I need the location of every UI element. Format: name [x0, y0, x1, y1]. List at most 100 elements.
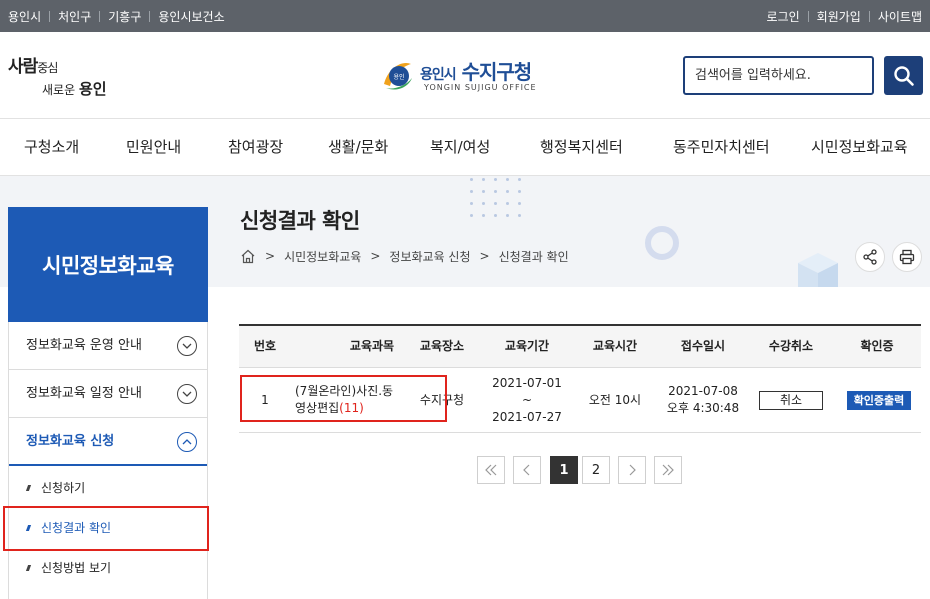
divider — [149, 10, 151, 22]
nav-life-culture[interactable]: 생활/문화 — [328, 119, 388, 175]
cell-time: 오전 10시 — [588, 392, 642, 407]
sitemap-link[interactable]: 사이트맵 — [878, 8, 922, 25]
next-page-button[interactable] — [618, 456, 646, 484]
city-slogan: 사람중심 새로운 용인 — [8, 52, 118, 98]
breadcrumb-item[interactable]: 시민정보화교육 — [284, 248, 361, 265]
signup-link[interactable]: 회원가입 — [817, 8, 861, 25]
family-site-links: 용인시 처인구 기흥구 용인시보건소 — [8, 0, 225, 32]
page-2-button[interactable]: 2 — [582, 456, 610, 484]
slogan-word-saram: 사람 — [8, 57, 38, 77]
search-input[interactable] — [683, 56, 874, 95]
link-yongin-city[interactable]: 용인시 — [8, 8, 41, 25]
sidebar-sub-label: 신청하기 — [41, 481, 86, 495]
sidebar-sub-how-to-apply[interactable]: 신청방법 보기 — [9, 548, 207, 588]
sidebar-sub-apply[interactable]: 신청하기 — [9, 468, 207, 508]
highlight-box-row — [240, 375, 447, 422]
chevron-right-icon: > — [370, 249, 381, 263]
cell-received: 2021-07-08 오후 4:30:48 — [663, 368, 743, 432]
table-header: 번호 교육과목 교육장소 교육기간 교육시간 접수일시 수강취소 확인증 — [239, 326, 921, 368]
share-icon — [863, 249, 877, 265]
chevron-right-icon: > — [265, 249, 276, 263]
bullet-icon — [25, 565, 32, 571]
first-page-button[interactable] — [477, 456, 505, 484]
link-health-center[interactable]: 용인시보건소 — [158, 8, 224, 25]
cell-period: 2021-07-01 ~ 2021-07-27 — [487, 368, 567, 432]
slogan-word-yongin: 용인 — [78, 80, 107, 98]
logo-english-name: YONGIN SUJIGU OFFICE — [424, 83, 537, 92]
double-chevron-right-icon — [662, 464, 674, 476]
search-icon — [893, 65, 914, 86]
printer-icon — [899, 249, 915, 265]
sidebar-heading: 시민정보화교육 — [8, 207, 208, 322]
received-time: 오후 4:30:48 — [666, 401, 740, 415]
logo-office-name: 수지구청 — [461, 60, 533, 84]
th-number: 번호 — [253, 339, 277, 353]
print-certificate-button[interactable]: 확인증출력 — [847, 390, 911, 410]
th-certificate: 확인증 — [860, 339, 894, 353]
nav-community-center[interactable]: 동주민자치센터 — [673, 119, 770, 175]
svg-text:용인: 용인 — [393, 74, 404, 81]
breadcrumb-current: 신청결과 확인 — [498, 249, 569, 264]
decorative-ring — [645, 226, 679, 260]
nav-civil-service[interactable]: 민원안내 — [126, 119, 181, 175]
th-period: 교육기간 — [504, 339, 550, 353]
nav-citizen-it-education[interactable]: 시민정보화교육 — [811, 119, 908, 175]
site-header: 사람중심 새로운 용인 용인 용인시 수지구청 YONGIN SUJIGU OF… — [0, 32, 930, 118]
chevron-down-icon — [177, 336, 197, 356]
cell-certificate: 확인증출력 — [841, 368, 917, 432]
received-date: 2021-07-08 — [668, 384, 738, 398]
sidebar-item-label: 정보화교육 신청 — [26, 434, 115, 449]
nav-office-intro[interactable]: 구청소개 — [24, 119, 79, 175]
period-end: 2021-07-27 — [492, 409, 562, 424]
breadcrumb-item[interactable]: 정보화교육 신청 — [389, 248, 470, 265]
search-button[interactable] — [884, 56, 923, 95]
th-place: 교육장소 — [419, 339, 465, 353]
prev-page-button[interactable] — [513, 456, 541, 484]
period-start: 2021-07-01 ~ — [492, 375, 562, 407]
home-icon[interactable] — [240, 249, 256, 264]
link-cheoin-gu[interactable]: 처인구 — [58, 8, 91, 25]
page-title: 신청결과 확인 — [240, 209, 360, 233]
cancel-enrollment-button[interactable]: 취소 — [759, 390, 823, 410]
divider — [807, 10, 809, 22]
chevron-right-icon: > — [479, 249, 490, 263]
sidebar-item-application[interactable]: 정보화교육 신청 — [9, 418, 207, 466]
sidebar-sub-label: 신청방법 보기 — [41, 561, 112, 575]
divider — [49, 10, 51, 22]
decorative-cube — [798, 253, 838, 287]
divider — [868, 10, 870, 22]
nav-admin-welfare-center[interactable]: 행정복지센터 — [540, 119, 623, 175]
sidebar-item-operation-guide[interactable]: 정보화교육 운영 안내 — [9, 322, 207, 370]
double-chevron-left-icon — [485, 464, 497, 476]
divider — [99, 10, 101, 22]
bullet-icon — [25, 485, 32, 491]
cell-cancel: 취소 — [751, 368, 831, 432]
breadcrumb: > 시민정보화교육 > 정보화교육 신청 > 신청결과 확인 — [240, 246, 569, 266]
sidebar-menu: 정보화교육 운영 안내 정보화교육 일정 안내 정보화교육 신청 신청하기 신청… — [8, 322, 208, 599]
th-received: 접수일시 — [680, 339, 726, 353]
top-utility-bar: 용인시 처인구 기흥구 용인시보건소 로그인 회원가입 사이트맵 — [0, 0, 930, 32]
nav-welfare-women[interactable]: 복지/여성 — [430, 119, 490, 175]
slogan-word-saeroun: 새로운 — [42, 83, 76, 97]
last-page-button[interactable] — [654, 456, 682, 484]
member-links: 로그인 회원가입 사이트맵 — [767, 0, 922, 32]
chevron-up-icon — [177, 432, 197, 452]
nav-participation[interactable]: 참여광장 — [228, 119, 283, 175]
sidebar-item-label: 정보화교육 운영 안내 — [26, 338, 142, 353]
sidebar-item-schedule-guide[interactable]: 정보화교육 일정 안내 — [9, 370, 207, 418]
city-emblem-icon: 용인 — [384, 62, 412, 90]
decorative-dots — [468, 176, 528, 222]
main-navigation: 구청소개 민원안내 참여광장 생활/문화 복지/여성 행정복지센터 동주민자치센… — [0, 118, 930, 176]
slogan-word-jungsim: 중심 — [37, 61, 58, 75]
th-cancel: 수강취소 — [768, 339, 814, 353]
share-button[interactable] — [855, 242, 885, 272]
chevron-right-icon — [629, 464, 636, 476]
link-giheung-gu[interactable]: 기흥구 — [108, 8, 141, 25]
chevron-down-icon — [177, 384, 197, 404]
suji-gu-office-logo[interactable]: 용인 용인시 수지구청 YONGIN SUJIGU OFFICE — [380, 54, 560, 96]
logo-city-name: 용인시 — [420, 67, 457, 83]
page-1-button[interactable]: 1 — [550, 456, 578, 484]
login-link[interactable]: 로그인 — [767, 8, 800, 25]
print-button[interactable] — [892, 242, 922, 272]
sidebar-item-label: 정보화교육 일정 안내 — [26, 386, 142, 401]
